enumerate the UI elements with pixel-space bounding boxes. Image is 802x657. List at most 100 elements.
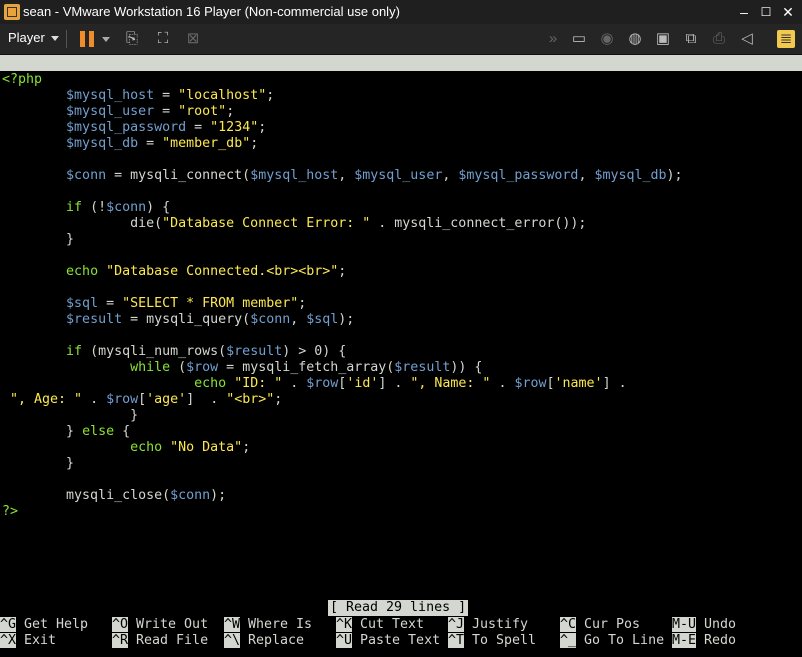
fullscreen-icon[interactable]: ⛶	[154, 30, 172, 48]
vmware-toolbar: Player ⎘ ⛶ ⊠ » ▭ ◉ ◍ ▣ ⧉ ⎙ ◁ ≣	[0, 24, 802, 55]
vmware-app-icon	[4, 4, 20, 20]
code-line: ?>	[2, 504, 18, 519]
maximize-button[interactable]: ☐	[757, 3, 775, 21]
shortcut-item: M-U Undo	[672, 617, 736, 633]
code-line: ", Age: " . $row['age'] . "<br>";	[2, 392, 282, 407]
messages-icon[interactable]: ≣	[777, 30, 795, 48]
code-token: echo	[130, 440, 163, 455]
code-token: )) {	[450, 360, 483, 375]
code-token: $mysql_user	[354, 168, 443, 183]
shortcut-item: ^X Exit	[0, 633, 56, 649]
code-token: else	[82, 424, 115, 439]
code-token: $conn	[66, 168, 107, 183]
code-token: $mysql_password	[66, 120, 187, 135]
code-token: $mysql_host	[250, 168, 339, 183]
code-line: echo "No Data";	[2, 440, 250, 455]
code-token: $mysql_db	[594, 168, 667, 183]
code-token: ,	[290, 312, 307, 327]
usb-icon[interactable]: ▣	[654, 30, 672, 48]
power-options-dropdown-icon[interactable]	[102, 37, 110, 42]
hdd-icon[interactable]: ▭	[570, 30, 588, 48]
code-token: $conn	[106, 200, 147, 215]
shortcut-label: Justify	[464, 617, 529, 632]
shortcut-key: ^G	[0, 617, 17, 632]
code-token: echo	[194, 376, 227, 391]
code-token: );	[666, 168, 683, 183]
code-token: . mysqli_connect_error());	[370, 216, 587, 231]
code-token: =	[154, 88, 179, 103]
code-token: if	[66, 344, 83, 359]
code-token: die(	[2, 216, 163, 231]
code-token: ,	[578, 168, 595, 183]
code-line: $mysql_host = "localhost";	[2, 88, 274, 103]
shortcut-label: Undo	[696, 617, 737, 632]
shortcut-label: To Spell	[464, 633, 537, 648]
shortcut-key: ^O	[112, 617, 129, 632]
shortcut-item: ^C Cur Pos	[560, 617, 640, 633]
code-token: "root"	[178, 104, 227, 119]
code-line: $mysql_password = "1234";	[2, 120, 266, 135]
code-token: ) {	[146, 200, 171, 215]
shortcut-key: ^J	[448, 617, 465, 632]
code-token: = mysqli_connect(	[106, 168, 251, 183]
code-token: = mysqli_query(	[122, 312, 251, 327]
shortcut-label: Where Is	[240, 617, 313, 632]
code-token: }	[2, 408, 139, 423]
printer-icon[interactable]: ⎙	[710, 30, 728, 48]
player-menu-label: Player	[8, 30, 45, 45]
forward-icon[interactable]: »	[544, 30, 562, 48]
code-line: $conn = mysqli_connect($mysql_host, $mys…	[2, 168, 683, 183]
code-token: );	[338, 312, 355, 327]
code-token: 'age'	[146, 392, 187, 407]
code-token: =	[186, 120, 211, 135]
code-line: $sql = "SELECT * FROM member";	[2, 296, 306, 311]
code-line: $result = mysqli_query($conn, $sql);	[2, 312, 354, 327]
code-token: "localhost"	[178, 88, 267, 103]
code-token: ?>	[2, 504, 19, 519]
code-token: mysqli_close(	[2, 488, 171, 503]
code-token: $result	[394, 360, 451, 375]
shortcut-key: ^R	[112, 633, 129, 648]
code-line: $mysql_db = "member_db";	[2, 136, 258, 151]
code-token: "SELECT * FROM member"	[122, 296, 299, 311]
code-token: ] .	[602, 376, 627, 391]
terminal-screen[interactable]: GNU nano 4.8 index.php <?php $mysql_host…	[0, 55, 802, 657]
code-token: (	[170, 360, 187, 375]
shortcut-key: ^\	[224, 633, 241, 648]
code-token: "ID: "	[234, 376, 283, 391]
minimize-button[interactable]: –	[735, 3, 753, 21]
shortcut-label: Paste Text	[352, 633, 441, 648]
code-token: "Database Connected.<br><br>"	[106, 264, 339, 279]
pause-icon[interactable]	[80, 31, 94, 47]
unity-icon[interactable]: ⊠	[184, 30, 202, 48]
cdrom-icon[interactable]: ◉	[598, 30, 616, 48]
code-token: $mysql_password	[458, 168, 579, 183]
close-button[interactable]: ✕	[779, 3, 797, 21]
window-title: sean - VMware Workstation 16 Player (Non…	[23, 4, 400, 19]
code-token: ;	[266, 88, 275, 103]
player-menu-button[interactable]: Player	[8, 30, 59, 45]
code-token: $mysql_user	[66, 104, 155, 119]
code-token: "No Data"	[170, 440, 243, 455]
code-line: $mysql_user = "root";	[2, 104, 234, 119]
chevron-down-icon	[50, 36, 59, 42]
code-token: if	[66, 200, 83, 215]
code-token: ;	[298, 296, 307, 311]
code-token: }	[2, 232, 75, 247]
sound-icon[interactable]: ◁	[738, 30, 756, 48]
code-token: "<br>"	[226, 392, 275, 407]
network-icon[interactable]: ◍	[626, 30, 644, 48]
display-icon[interactable]: ⧉	[682, 30, 700, 48]
code-editor[interactable]: <?php $mysql_host = "localhost"; $mysql_…	[2, 72, 683, 520]
shortcut-key: M-U	[672, 617, 697, 632]
code-token: (mysqli_num_rows(	[82, 344, 227, 359]
code-token: $sql	[306, 312, 339, 327]
code-line: echo "ID: " . $row['id'] . ", Name: " . …	[2, 376, 627, 391]
send-ctrl-alt-del-icon[interactable]: ⎘	[123, 30, 141, 48]
window-title-bar: sean - VMware Workstation 16 Player (Non…	[0, 0, 802, 24]
shortcut-label: Get Help	[16, 617, 89, 632]
